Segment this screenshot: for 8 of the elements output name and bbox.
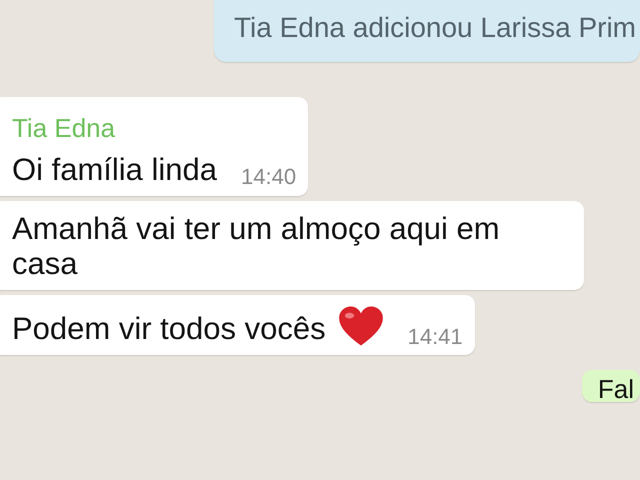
message-text: Fal	[598, 376, 634, 402]
message-time: 14:40	[241, 164, 296, 190]
message-text: Oi família linda	[12, 152, 218, 188]
message-time: 14:41	[408, 324, 463, 349]
message-text: Podem vir todos vocês	[12, 311, 326, 347]
system-message: Tia Edna adicionou Larissa Prim	[214, 0, 640, 62]
message-text: Amanhã vai ter um almoço aqui em casa	[12, 210, 501, 282]
sender-name: Tia Edna	[11, 112, 116, 145]
